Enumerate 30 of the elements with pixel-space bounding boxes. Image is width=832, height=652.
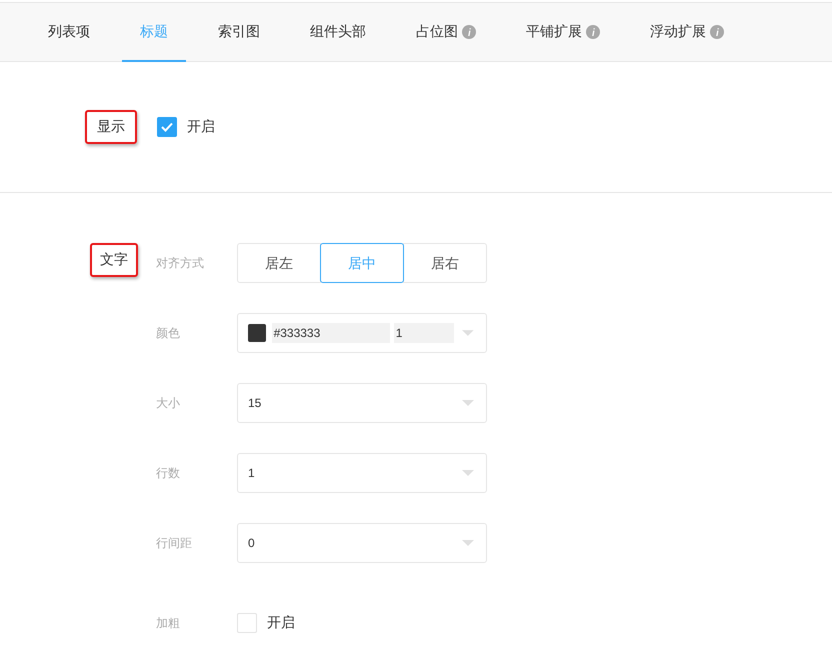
- align-option[interactable]: 居左: [237, 243, 321, 283]
- dropdown-caret-icon: [462, 470, 474, 476]
- color-picker[interactable]: #333333 1: [237, 313, 487, 353]
- tab[interactable]: 组件头部: [292, 3, 384, 62]
- field-label: 颜色: [156, 324, 181, 342]
- field-label: 对齐方式: [156, 254, 205, 272]
- field-label: 大小: [156, 394, 181, 412]
- section-label: 显示: [85, 110, 137, 144]
- checkbox-label: 开启: [187, 118, 215, 136]
- opacity-field[interactable]: 1: [394, 323, 454, 343]
- dropdown[interactable]: 0: [237, 523, 487, 563]
- field-label: 加粗: [156, 614, 181, 632]
- dropdown[interactable]: 1: [237, 453, 487, 493]
- checkbox-label: 开启: [267, 614, 295, 632]
- dropdown-caret-icon: [462, 540, 474, 546]
- hex-field[interactable]: #333333: [272, 323, 390, 343]
- align-option[interactable]: 居右: [403, 243, 487, 283]
- tab[interactable]: 平铺扩展: [508, 3, 618, 62]
- tab[interactable]: 占位图: [398, 3, 494, 62]
- dropdown-caret-icon: [462, 330, 474, 336]
- dropdown[interactable]: 15: [237, 383, 487, 423]
- field-label: 行数: [156, 464, 181, 482]
- tab[interactable]: 列表项: [30, 3, 108, 62]
- checkmark-icon: [161, 122, 173, 132]
- section-label: 文字: [90, 243, 138, 277]
- field-label: 行间距: [156, 534, 193, 552]
- tab[interactable]: 索引图: [200, 3, 278, 62]
- dropdown-caret-icon: [462, 400, 474, 406]
- tab[interactable]: 浮动扩展: [632, 3, 742, 62]
- checkbox[interactable]: [157, 117, 177, 137]
